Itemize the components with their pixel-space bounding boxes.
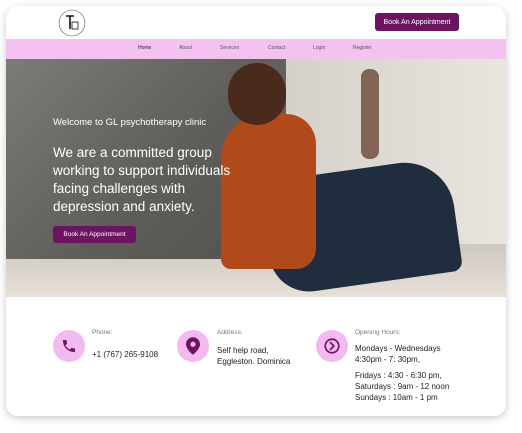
address-line1: Self help road,: [217, 346, 269, 355]
hero-book-appointment-button[interactable]: Book An Appointment: [53, 226, 136, 243]
nav-item-services[interactable]: Services: [220, 45, 239, 51]
nav-item-register[interactable]: Register: [353, 45, 372, 51]
nav-item-about[interactable]: About: [179, 45, 192, 51]
phone-number[interactable]: +1 (767) 265-9108: [92, 349, 158, 360]
address-label: Address:: [217, 329, 243, 336]
hours-label: Opening Hours:: [355, 329, 401, 336]
nav-item-contact[interactable]: Contact: [268, 45, 285, 51]
nav-item-home[interactable]: Home: [138, 45, 151, 51]
nav-item-login[interactable]: Login: [313, 45, 325, 51]
site-header: Book An Appointment: [6, 6, 506, 39]
hero-image-guitar: [361, 69, 379, 159]
phone-icon: [53, 330, 85, 362]
hours-line5: Sundays : 10am - 1 pm: [355, 393, 438, 402]
hero-welcome-text: Welcome to GL psychotherapy clinic: [53, 117, 207, 128]
phone-label: Phone:: [92, 329, 113, 336]
address-line2: Eggleston. Dominica: [217, 357, 291, 366]
hours-line4: Saturdays : 9am - 12 noon: [355, 382, 450, 391]
hero-text-block: Welcome to GL psychotherapy clinic We ar…: [53, 117, 253, 216]
clinic-logo[interactable]: [54, 9, 90, 37]
hours-line2: 4:30pm - 7: 30pm,: [355, 355, 420, 364]
page-card: Book An Appointment Home About Services …: [6, 6, 506, 416]
location-pin-icon: [177, 330, 209, 362]
hours-line3: Fridays : 4:30 - 6:30 pm,: [355, 371, 442, 380]
header-book-appointment-button[interactable]: Book An Appointment: [375, 13, 459, 31]
hero-mission-text: We are a committed group working to supp…: [53, 145, 231, 214]
main-nav: Home About Services Contact Login Regist…: [6, 39, 506, 59]
hero-image-person-head: [228, 63, 286, 125]
hero-banner: Welcome to GL psychotherapy clinic We ar…: [6, 59, 506, 297]
hours-line1: Mondays - Wednesdays: [355, 344, 441, 353]
chevron-right-circle-icon: [316, 330, 348, 362]
contact-info-section: Phone: +1 (767) 265-9108 Address: Self h…: [6, 297, 506, 416]
